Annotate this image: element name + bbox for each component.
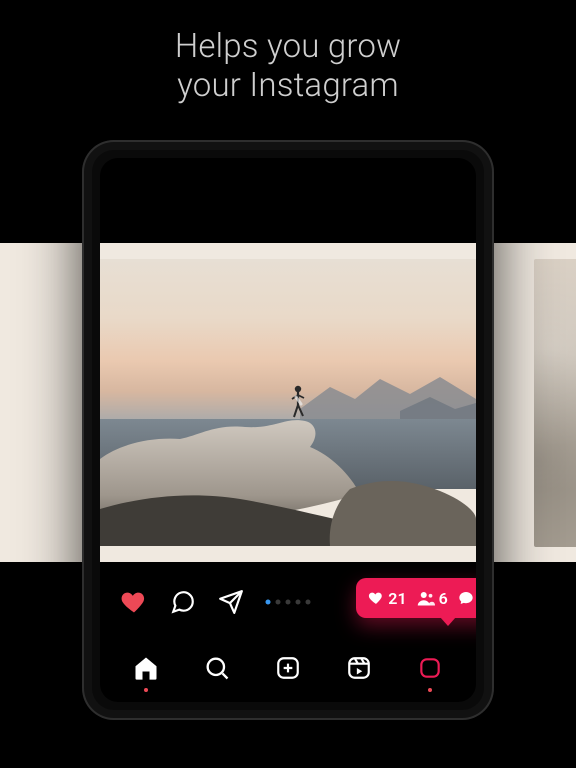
notif-followers: 6 [417, 589, 448, 608]
post-photo-frame [100, 243, 476, 562]
nav-create[interactable] [268, 648, 308, 688]
headline-line-2: your Instagram [0, 67, 576, 106]
headline-line-1: Helps you grow [0, 28, 576, 67]
pager-dot [276, 600, 281, 605]
headline: Helps you grow your Instagram [0, 28, 576, 106]
tablet-device-frame: 21 6 24 [82, 140, 494, 720]
tablet-screen: 21 6 24 [100, 158, 476, 702]
post-photo[interactable] [100, 259, 476, 546]
notif-likes: 21 [368, 589, 406, 608]
like-button[interactable] [120, 588, 148, 616]
notif-comments: 24 [458, 589, 476, 608]
bottom-nav [100, 640, 476, 702]
comment-button[interactable] [170, 589, 196, 615]
nav-home-indicator-dot [144, 688, 148, 692]
engagement-notification-bubble: 21 6 24 [356, 578, 476, 618]
pager-dot [296, 600, 301, 605]
share-button[interactable] [218, 589, 244, 615]
notif-followers-count: 6 [439, 589, 448, 608]
carousel-pager [266, 600, 311, 605]
pager-dot [266, 600, 271, 605]
nav-home[interactable] [126, 648, 166, 688]
nav-search[interactable] [197, 648, 237, 688]
notif-likes-count: 21 [388, 589, 406, 608]
next-post-peek [534, 259, 576, 547]
nav-profile[interactable] [410, 648, 450, 688]
app-store-screenshot: Helps you grow your Instagram [0, 0, 576, 768]
nav-profile-indicator-dot [428, 688, 432, 692]
pager-dot [286, 600, 291, 605]
pager-dot [306, 600, 311, 605]
nav-reels[interactable] [339, 648, 379, 688]
